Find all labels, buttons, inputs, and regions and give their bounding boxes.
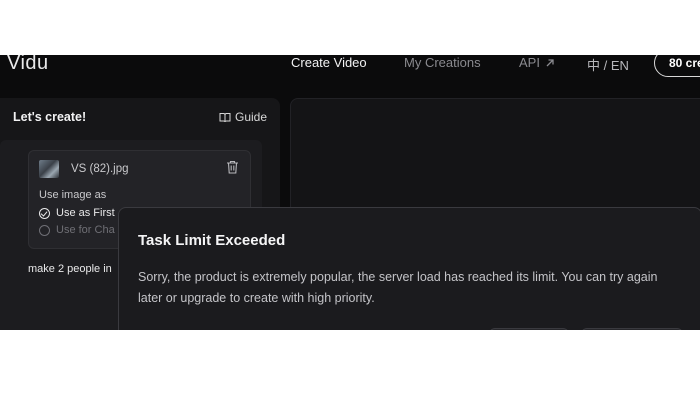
use-image-as-label: Use image as bbox=[39, 189, 107, 201]
dialog-secondary-button[interactable] bbox=[489, 328, 569, 330]
guide-button[interactable]: Guide bbox=[219, 110, 267, 124]
nav-api[interactable]: API bbox=[519, 55, 555, 70]
option-character-label: Use for Cha bbox=[56, 224, 115, 236]
guide-label: Guide bbox=[235, 110, 268, 124]
external-arrow-icon bbox=[546, 58, 554, 66]
option-first-label: Use as First bbox=[56, 207, 115, 219]
trash-icon[interactable] bbox=[226, 160, 239, 174]
book-icon bbox=[219, 112, 231, 122]
option-use-as-first[interactable]: Use as First bbox=[39, 207, 115, 219]
file-name: VS (82).jpg bbox=[71, 163, 129, 175]
app-window: Vidu Create Video My Creations API 中 / E… bbox=[0, 55, 700, 330]
dialog-message: Sorry, the product is extremely popular,… bbox=[138, 270, 658, 305]
radio-unchecked-icon bbox=[39, 224, 50, 236]
credits-button[interactable]: 80 cre bbox=[654, 55, 700, 77]
nav-create-video[interactable]: Create Video bbox=[291, 55, 367, 70]
vidu-logo[interactable]: Vidu bbox=[7, 55, 49, 75]
nav-api-label: API bbox=[519, 55, 540, 70]
task-limit-dialog: Task Limit Exceeded Sorry, the product i… bbox=[118, 207, 700, 330]
radio-checked-icon bbox=[39, 207, 50, 219]
prompt-input[interactable]: make 2 people in bbox=[28, 263, 112, 275]
dialog-title: Task Limit Exceeded bbox=[138, 232, 286, 249]
language-switch[interactable]: 中 / EN bbox=[587, 55, 629, 74]
option-use-for-character[interactable]: Use for Cha bbox=[39, 224, 115, 236]
panel-title: Let's create! bbox=[13, 110, 87, 124]
nav-my-creations[interactable]: My Creations bbox=[404, 55, 481, 70]
image-thumbnail bbox=[39, 160, 59, 178]
dialog-primary-button[interactable] bbox=[581, 328, 683, 330]
